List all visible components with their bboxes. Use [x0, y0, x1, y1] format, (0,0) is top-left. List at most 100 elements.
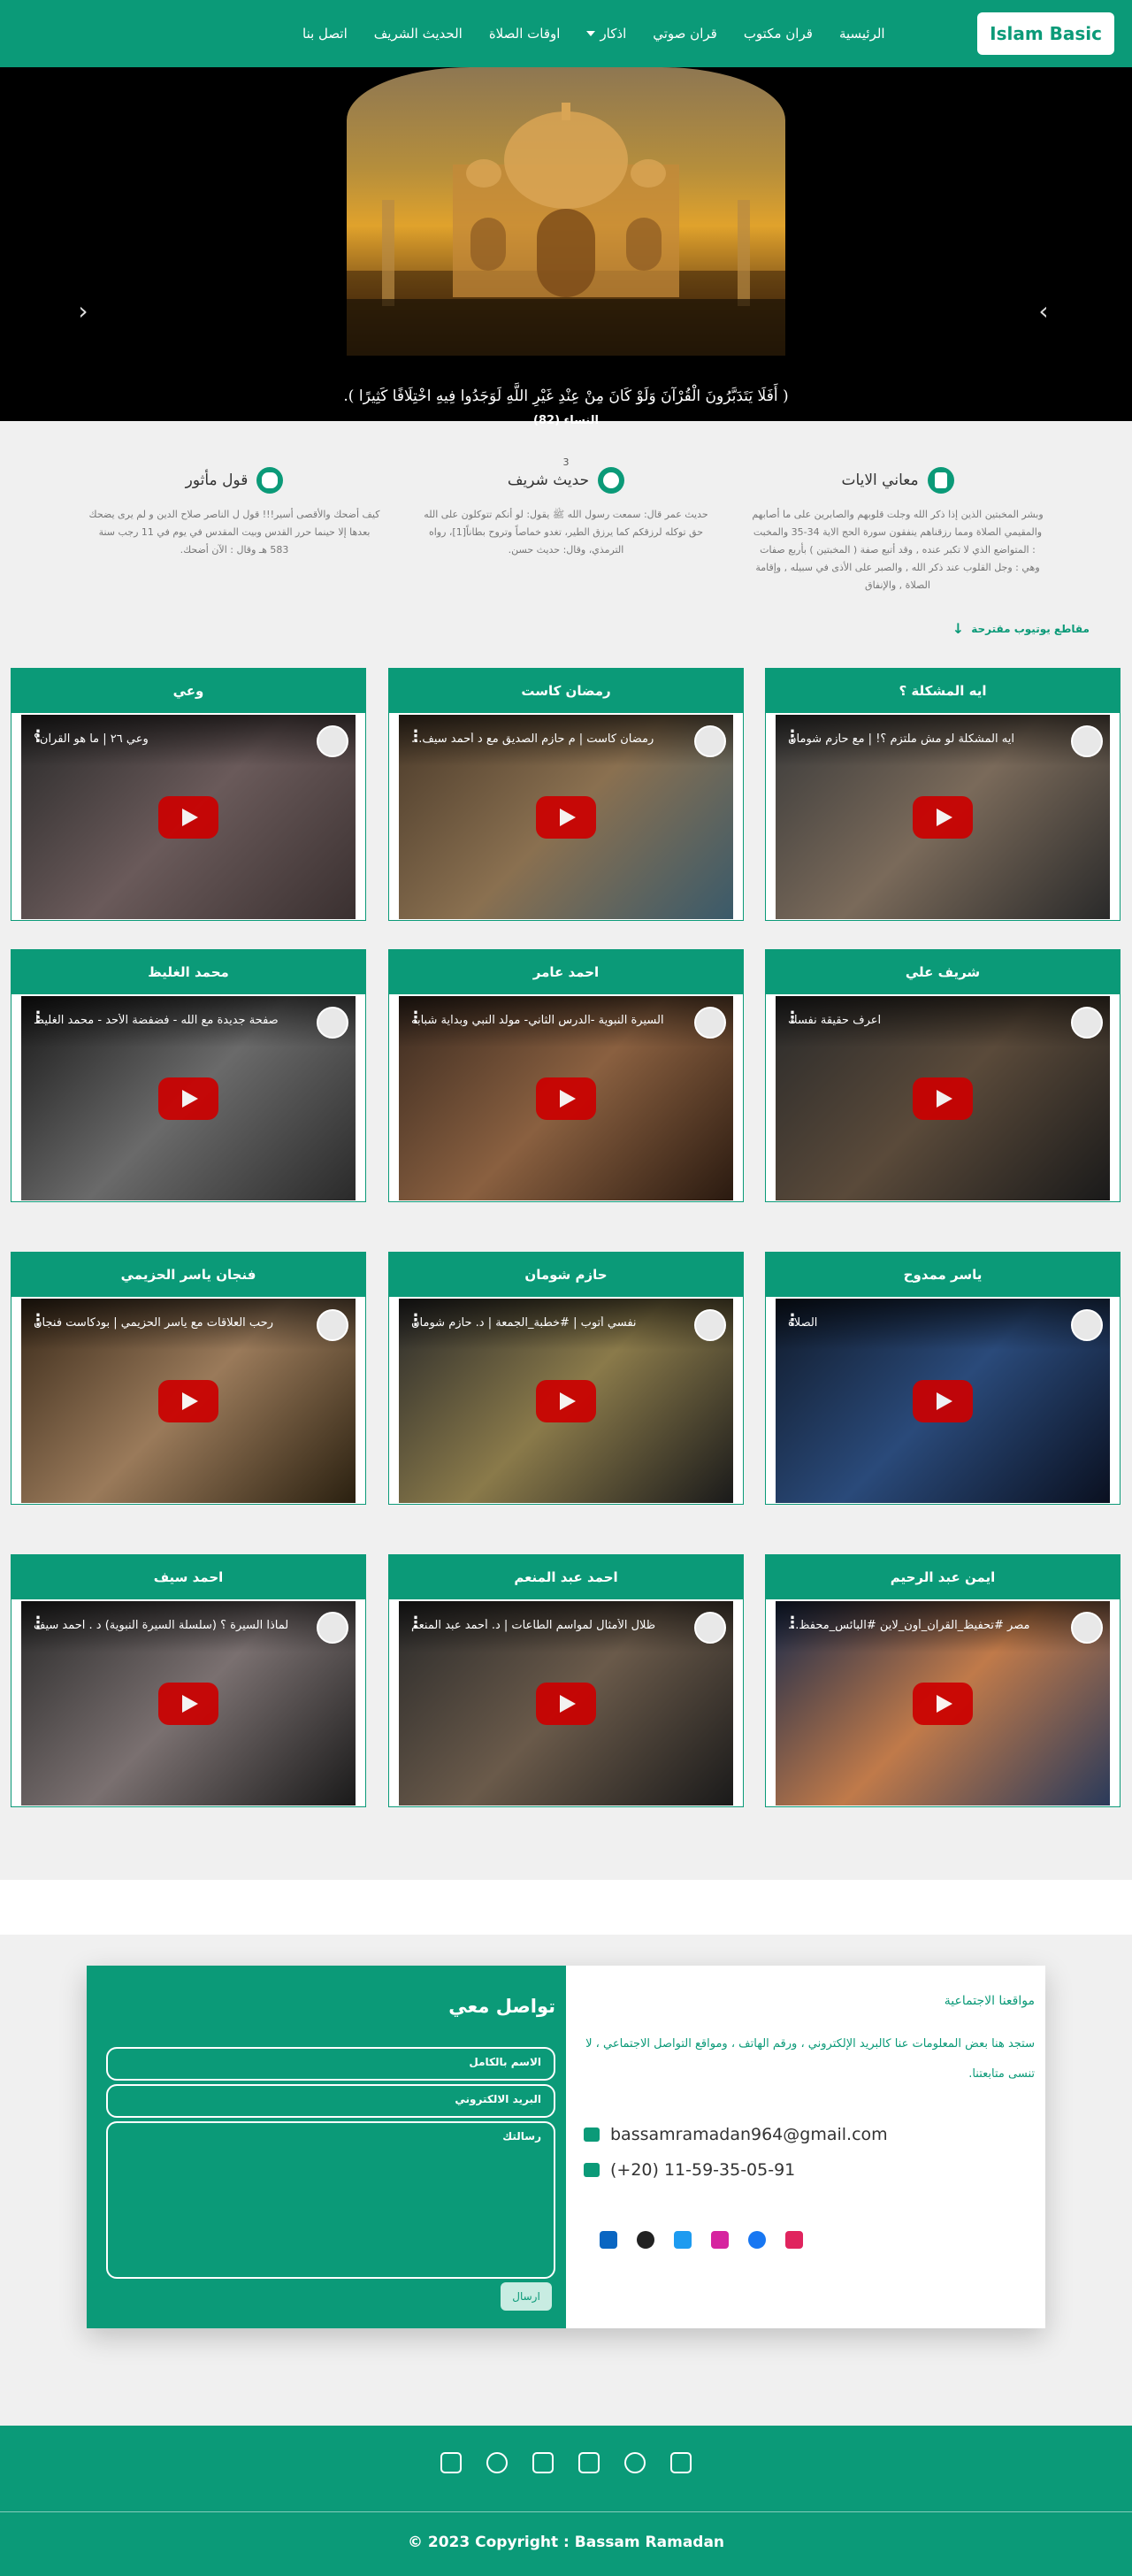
more-options-icon[interactable]: ⋮ [784, 1311, 800, 1330]
more-options-icon[interactable]: ⋮ [408, 1008, 424, 1027]
play-button[interactable] [536, 1682, 596, 1725]
video-title[interactable]: رحب العلاقات مع ياسر الحزيمي | بودكاست ف… [34, 1316, 310, 1330]
video-title[interactable]: لماذا السيرة ؟ (سلسلة السيرة النبوية) د … [34, 1619, 310, 1632]
video-title[interactable]: الصلاة [788, 1316, 1064, 1330]
play-button[interactable] [158, 1077, 218, 1120]
video-title[interactable]: مصر #تحفيظ_القرآن_أون_لاين #البائس_محفظ.… [788, 1619, 1064, 1632]
send-button[interactable]: ارسال [501, 2282, 552, 2311]
video-card: ايمن عبد الرحيم مصر #تحفيظ_القرآن_أون_لاي… [765, 1554, 1121, 1807]
play-button[interactable] [158, 1379, 218, 1422]
more-options-icon[interactable]: ⋮ [784, 1008, 800, 1027]
linkedin-icon[interactable] [670, 2452, 692, 2473]
video-card-title: شريف علي [766, 950, 1120, 994]
channel-avatar[interactable] [317, 1612, 348, 1644]
more-options-icon[interactable]: ⋮ [784, 727, 800, 746]
contact-section: تواصل معي الاسم بالكامل البريد الالكترون… [0, 1935, 1132, 2426]
channel-avatar[interactable] [694, 725, 726, 757]
arrow-down-icon: ↓ [952, 620, 965, 637]
video-title[interactable]: ايه المشكلة لو مش ملتزم ؟! | مع حازم شوم… [788, 732, 1064, 746]
play-button[interactable] [536, 1077, 596, 1120]
nav-contact[interactable]: اتصل بنا [302, 26, 348, 42]
video-title[interactable]: اعرف حقيقة نفسك [788, 1014, 1064, 1027]
twitter-icon[interactable] [674, 2231, 692, 2249]
youtube-embed[interactable]: ظلال الأمثال لمواسم الطاعات | د. أحمد عب… [399, 1601, 733, 1806]
envelope-icon[interactable] [440, 2452, 462, 2473]
video-title[interactable]: نفسي أتوب | #خطبة_الجمعة | د. حازم شومان [411, 1316, 687, 1330]
channel-avatar[interactable] [1071, 1612, 1103, 1644]
channel-avatar[interactable] [694, 1612, 726, 1644]
facebook-icon[interactable] [486, 2452, 508, 2473]
channel-avatar[interactable] [317, 1309, 348, 1341]
more-options-icon[interactable]: ⋮ [30, 1311, 46, 1330]
linkedin-icon[interactable] [600, 2231, 617, 2249]
video-title[interactable]: رمضان كاست | م حازم الصديق مع د أحمد سيف… [411, 732, 687, 746]
play-button[interactable] [913, 1682, 973, 1725]
youtube-embed[interactable]: رمضان كاست | م حازم الصديق مع د أحمد سيف… [399, 715, 733, 919]
play-button[interactable] [536, 1379, 596, 1422]
more-options-icon[interactable]: ⋮ [408, 727, 424, 746]
contact-info-text: ستجد هنا بعض المعلومات عنا كالبريد الإلك… [585, 2037, 1035, 2081]
channel-avatar[interactable] [694, 1007, 726, 1039]
play-button[interactable] [913, 795, 973, 839]
videos-grid: ايه المشكلة ؟ ايه المشكلة لو مش ملتزم ؟! … [0, 668, 1132, 1880]
play-button[interactable] [536, 795, 596, 839]
nav-written-quran[interactable]: قران مكتوب [744, 26, 813, 42]
carousel-prev-button[interactable]: ‹ [74, 299, 92, 326]
message-textarea[interactable]: رسالتك [106, 2121, 555, 2279]
video-title[interactable]: ظلال الأمثال لمواسم الطاعات | د. أحمد عب… [411, 1619, 687, 1632]
youtube-embed[interactable]: لماذا السيرة ؟ (سلسلة السيرة النبوية) د … [21, 1601, 356, 1806]
youtube-embed[interactable]: وعي ٢٦ | ما هو القرآن؟ ⋮ [21, 715, 356, 919]
video-card: احمد عامر السيرة النبوية -الدرس الثاني- م… [388, 949, 744, 1202]
more-options-icon[interactable]: ⋮ [408, 1614, 424, 1632]
email-input[interactable]: البريد الالكتروني [106, 2084, 555, 2118]
carousel-next-button[interactable]: › [1035, 299, 1052, 326]
play-button[interactable] [913, 1077, 973, 1120]
youtube-embed[interactable]: صفحة جديدة مع الله - فضفضة الأحد - محمد … [21, 996, 356, 1200]
channel-avatar[interactable] [317, 1007, 348, 1039]
play-button[interactable] [158, 795, 218, 839]
video-card: فنجان ياسر الحزيمي رحب العلاقات مع ياسر ا… [11, 1252, 366, 1505]
youtube-embed[interactable]: نفسي أتوب | #خطبة_الجمعة | د. حازم شومان… [399, 1299, 733, 1503]
more-options-icon[interactable]: ⋮ [408, 1311, 424, 1330]
play-button[interactable] [158, 1682, 218, 1725]
channel-avatar[interactable] [1071, 1309, 1103, 1341]
youtube-embed[interactable]: ايه المشكلة لو مش ملتزم ؟! | مع حازم شوم… [776, 715, 1110, 919]
channel-avatar[interactable] [1071, 725, 1103, 757]
more-options-icon[interactable]: ⋮ [784, 1614, 800, 1632]
nav-home[interactable]: الرئيسية [839, 26, 885, 42]
more-options-icon[interactable]: ⋮ [30, 1008, 46, 1027]
hero-verse: ( أَفَلَا يَتَدَبَّرُونَ الْقُرْآنَ وَلَ… [343, 387, 789, 405]
github-icon[interactable] [637, 2231, 654, 2249]
video-title[interactable]: وعي ٢٦ | ما هو القرآن؟ [34, 732, 310, 746]
envelope-icon[interactable] [785, 2231, 803, 2249]
channel-avatar[interactable] [1071, 1007, 1103, 1039]
youtube-embed[interactable]: الصلاة ⋮ [776, 1299, 1110, 1503]
facebook-icon[interactable] [748, 2231, 766, 2249]
youtube-suggestions-link[interactable]: مقاطع يوتيوب مقترحة ↓ [952, 620, 1090, 637]
video-title[interactable]: السيرة النبوية -الدرس الثاني- مولد النبي… [411, 1014, 687, 1027]
instagram-icon[interactable] [532, 2452, 554, 2473]
youtube-embed[interactable]: اعرف حقيقة نفسك ⋮ [776, 996, 1110, 1200]
social-links [600, 2231, 803, 2249]
youtube-embed[interactable]: السيرة النبوية -الدرس الثاني- مولد النبي… [399, 996, 733, 1200]
play-button[interactable] [913, 1379, 973, 1422]
navbar: الرئيسية قران مكتوب قران صوتي اذكار اوقا… [0, 0, 1132, 67]
nav-prayer-times[interactable]: اوقات الصلاة [489, 26, 561, 42]
github-icon[interactable] [624, 2452, 646, 2473]
nav-azkar-dropdown[interactable]: اذكار [586, 26, 626, 42]
nav-hadith[interactable]: الحديث الشريف [374, 26, 463, 42]
feature-verses: معاني الايات وبشر المخبتين الذين إذا ذكر… [752, 467, 1044, 594]
channel-avatar[interactable] [317, 725, 348, 757]
instagram-icon[interactable] [711, 2231, 729, 2249]
more-options-icon[interactable]: ⋮ [30, 727, 46, 746]
twitter-icon[interactable] [578, 2452, 600, 2473]
channel-avatar[interactable] [694, 1309, 726, 1341]
youtube-embed[interactable]: رحب العلاقات مع ياسر الحزيمي | بودكاست ف… [21, 1299, 356, 1503]
video-title[interactable]: صفحة جديدة مع الله - فضفضة الأحد - محمد … [34, 1014, 310, 1027]
youtube-embed[interactable]: مصر #تحفيظ_القرآن_أون_لاين #البائس_محفظ.… [776, 1601, 1110, 1806]
video-card: ايه المشكلة ؟ ايه المشكلة لو مش ملتزم ؟! … [765, 668, 1121, 921]
more-options-icon[interactable]: ⋮ [30, 1614, 46, 1632]
nav-audio-quran[interactable]: قران صوتي [653, 26, 717, 42]
name-input[interactable]: الاسم بالكامل [106, 2047, 555, 2081]
brand-logo[interactable]: Islam Basic [977, 12, 1114, 55]
